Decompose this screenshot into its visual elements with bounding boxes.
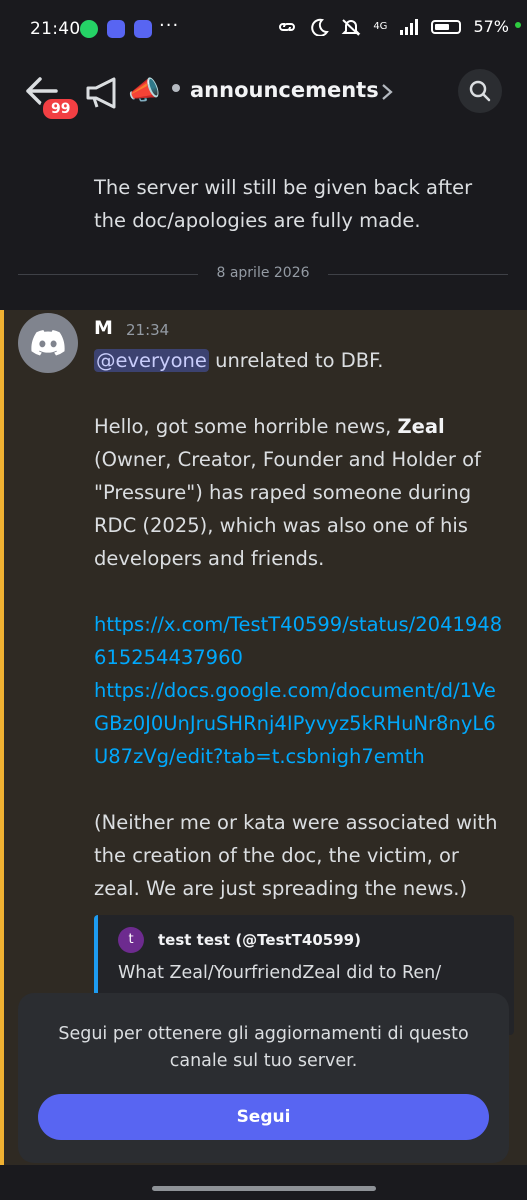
follow-description: Segui per ottenere gli aggiornamenti di … — [58, 1024, 469, 1071]
channel-name: announcements — [190, 78, 379, 102]
message-paragraph: (Neither me or kata were associated with… — [94, 811, 498, 900]
do-not-disturb-icon — [311, 18, 330, 36]
megaphone-emoji: 📣 — [128, 76, 161, 106]
link-icon — [279, 22, 296, 31]
message-text: Hello, got some horrible news, — [94, 415, 398, 438]
everyone-mention[interactable]: @everyone — [94, 349, 209, 372]
muted-bell-icon — [341, 18, 361, 36]
home-indicator[interactable] — [152, 1186, 376, 1191]
date-separator: 8 aprile 2026 — [18, 263, 508, 283]
status-time: 21:40 — [30, 19, 81, 39]
unread-badge: 99 — [40, 96, 82, 122]
search-button[interactable] — [458, 69, 502, 113]
announcement-channel-icon — [86, 77, 116, 109]
bold-text: Zeal — [397, 415, 445, 438]
follow-button[interactable]: Segui — [38, 1094, 489, 1140]
whatsapp-icon — [80, 20, 98, 38]
message-link[interactable]: https://docs.google.com/document/d/1VeGB… — [94, 679, 496, 768]
battery-level: 57% — [473, 17, 509, 36]
previous-message-text: The server will still be given back afte… — [94, 176, 473, 232]
chevron-right-icon[interactable] — [380, 82, 394, 102]
message-author[interactable]: M — [94, 317, 113, 339]
channel-header: 99 📣 announcements — [0, 60, 527, 125]
date-label: 8 aprile 2026 — [216, 265, 310, 281]
message-body: @everyone unrelated to DBF. Hello, got s… — [94, 344, 506, 905]
battery-icon — [431, 19, 462, 34]
separator-dot — [172, 84, 180, 92]
message-text: (Owner, Creator, Founder and Holder of "… — [94, 448, 481, 570]
message-timestamp: 21:34 — [126, 321, 170, 339]
message-link[interactable]: https://x.com/TestT40599/status/20419486… — [94, 613, 502, 669]
discord-icon — [107, 20, 125, 38]
message-paragraph: Hello, got some horrible news, Zeal (Own… — [94, 410, 506, 575]
more-notifications-icon: ··· — [159, 15, 180, 36]
privacy-indicator — [515, 22, 521, 28]
avatar[interactable] — [18, 313, 78, 373]
discord-icon — [134, 20, 152, 38]
status-bar: 21:40 ··· 4G 57% — [0, 0, 527, 60]
embed-text: What Zeal/YourfriendZeal did to Ren/ — [118, 963, 442, 983]
divider — [328, 274, 508, 275]
mention-bar — [0, 310, 4, 1165]
message-line: @everyone unrelated to DBF. — [94, 344, 506, 377]
embed-avatar: t — [118, 927, 144, 953]
message-text: unrelated to DBF. — [208, 349, 384, 372]
channel-title[interactable]: announcements — [172, 78, 379, 102]
embed-author[interactable]: test test (@TestT40599) — [158, 931, 361, 949]
signal-icon — [400, 18, 419, 35]
follow-channel-panel: Segui per ottenere gli aggiornamenti di … — [18, 993, 509, 1163]
search-icon — [469, 80, 491, 102]
discord-logo-icon — [31, 330, 65, 356]
network-label: 4G — [373, 21, 388, 32]
